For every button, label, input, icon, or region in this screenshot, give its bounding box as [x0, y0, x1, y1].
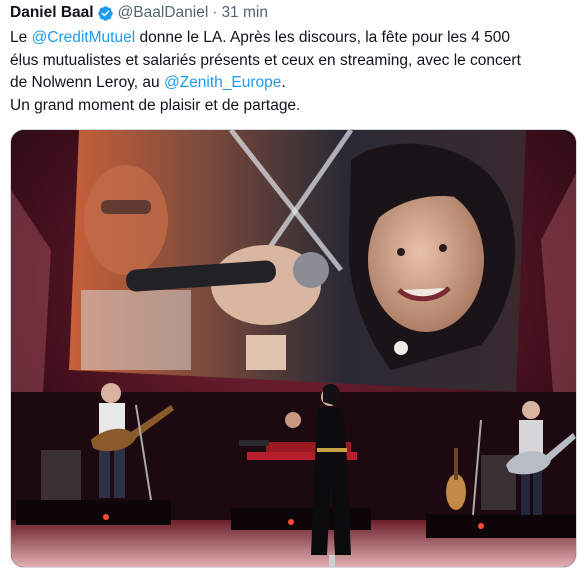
text-segment: donne le LA. Après les discours, la fête…	[135, 29, 510, 46]
author-handle[interactable]: @BaalDaniel	[118, 3, 209, 23]
tweet-text: Le @CreditMutuel donne le LA. Après les …	[10, 27, 576, 117]
giant-video-screen	[69, 130, 526, 392]
tweet-text-line: de Nolwenn Leroy, au @Zenith_Europe.	[10, 72, 576, 95]
drum-riser	[16, 500, 171, 525]
guitar-neck	[454, 448, 458, 480]
mention-creditmutuel-link[interactable]: @CreditMutuel	[32, 29, 136, 46]
concert-stage-photo	[11, 130, 576, 567]
stage-light	[478, 523, 484, 529]
tweet-header: Daniel Baal @BaalDaniel · 31 min	[10, 3, 268, 23]
text-segment: .	[281, 74, 286, 91]
header-separator: ·	[212, 4, 218, 21]
guitar-riser	[426, 514, 576, 538]
author-display-name[interactable]: Daniel Baal	[10, 3, 94, 23]
text-segment: de Nolwenn Leroy, au	[10, 74, 164, 91]
mention-zenith-europe-link[interactable]: @Zenith_Europe	[164, 74, 281, 91]
tweet-card: Daniel Baal @BaalDaniel · 31 min Le @Cre…	[0, 0, 586, 577]
tweet-media-photo[interactable]	[10, 129, 577, 568]
tweet-text-line: élus mutualistes et salariés présents et…	[10, 51, 521, 69]
amplifier	[41, 450, 81, 500]
verified-badge-icon	[97, 5, 113, 21]
tweet-timestamp[interactable]: 31 min	[221, 3, 268, 23]
stage-light	[288, 519, 294, 525]
keyboard-riser	[231, 508, 371, 530]
tweet-text-line: Un grand moment de plaisir et de partage…	[10, 96, 301, 114]
text-segment: Le	[10, 29, 32, 46]
tweet-text-line: Le @CreditMutuel donne le LA. Après les …	[10, 27, 576, 50]
stage-light	[103, 514, 109, 520]
